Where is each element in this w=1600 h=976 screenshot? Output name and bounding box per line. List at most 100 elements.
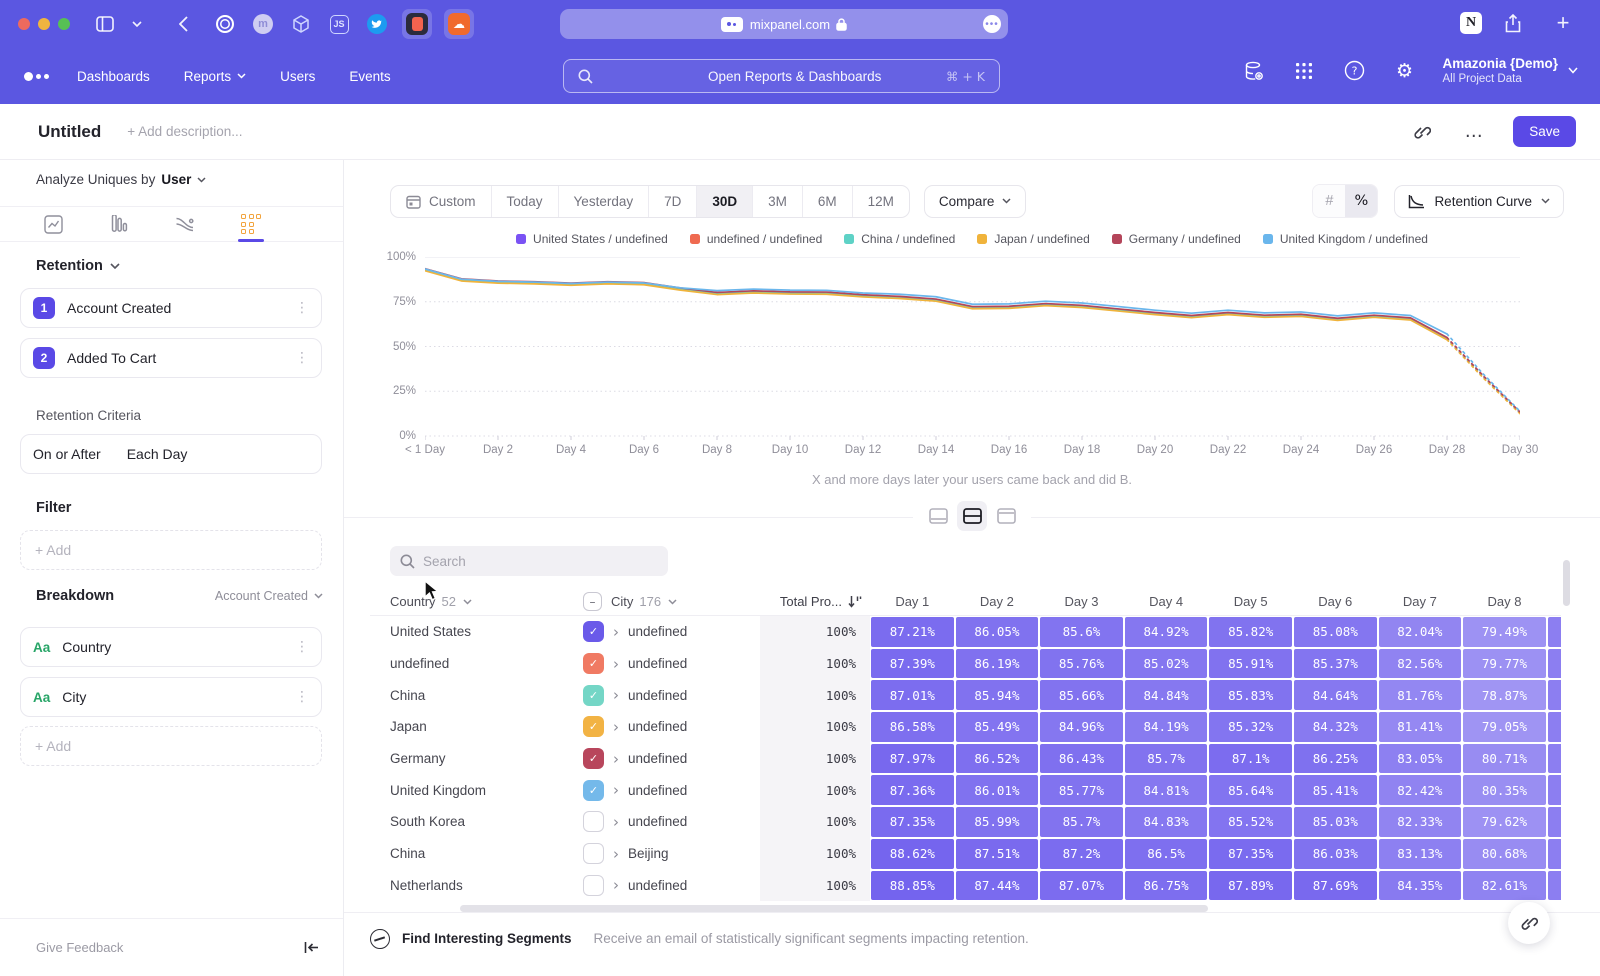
apps-grid-icon[interactable] bbox=[1292, 59, 1316, 83]
retention-cell-day-4[interactable]: 86.75% bbox=[1125, 871, 1208, 901]
retention-cell-day-3[interactable]: 87.2% bbox=[1040, 839, 1123, 869]
add-breakdown-button[interactable]: + Add bbox=[20, 726, 322, 766]
retention-cell-day-7[interactable]: 81.41% bbox=[1379, 712, 1462, 742]
settings-gear-icon[interactable]: ⚙ bbox=[1392, 59, 1416, 83]
segments-title[interactable]: Find Interesting Segments bbox=[402, 931, 572, 946]
nav-dashboards[interactable]: Dashboards bbox=[77, 69, 150, 84]
range-6m[interactable]: 6M bbox=[803, 186, 853, 217]
save-button[interactable]: Save bbox=[1513, 116, 1576, 147]
range-today[interactable]: Today bbox=[492, 186, 559, 217]
retention-cell-day-2[interactable]: 86.52% bbox=[956, 744, 1039, 774]
column-header-day-2[interactable]: Day 2 bbox=[955, 588, 1040, 616]
retention-cell-day-8[interactable]: 80.68% bbox=[1463, 839, 1546, 869]
retention-cell-day-1[interactable]: 87.35% bbox=[871, 807, 954, 837]
select-all-checkbox[interactable]: – bbox=[583, 592, 602, 611]
retention-cell-day-1[interactable]: 86.58% bbox=[871, 712, 954, 742]
retention-criteria-control[interactable]: On or After Each Day bbox=[20, 434, 322, 474]
retention-cell-day-1[interactable]: 87.01% bbox=[871, 680, 954, 710]
retention-cell-day-6[interactable]: 86.25% bbox=[1294, 744, 1377, 774]
nav-users[interactable]: Users bbox=[280, 69, 315, 84]
retention-line-plot[interactable] bbox=[425, 257, 1520, 443]
retention-cell-day-3[interactable]: 85.6% bbox=[1040, 617, 1123, 647]
expand-row-icon[interactable]: › bbox=[613, 718, 619, 736]
retention-cell-day-5[interactable]: 85.91% bbox=[1209, 649, 1292, 679]
row-series-checkbox[interactable]: ✓ bbox=[583, 653, 604, 674]
legend-item[interactable]: China / undefined bbox=[844, 232, 955, 246]
layout-split-icon[interactable] bbox=[957, 501, 987, 531]
nav-events[interactable]: Events bbox=[349, 69, 390, 84]
retention-cell-day-5[interactable]: 85.64% bbox=[1209, 775, 1292, 805]
column-header-total-projected[interactable]: Total Pro... bbox=[760, 588, 870, 616]
expand-row-icon[interactable]: › bbox=[613, 813, 619, 831]
row-series-checkbox[interactable]: ✓ bbox=[583, 621, 604, 642]
retention-cell-day-2[interactable]: 85.49% bbox=[956, 712, 1039, 742]
row-series-checkbox[interactable]: ✓ bbox=[583, 716, 604, 737]
red-badge-icon[interactable] bbox=[402, 9, 432, 39]
soundcloud-icon[interactable]: ☁ bbox=[444, 9, 474, 39]
retention-cell-day-8[interactable]: 80.71% bbox=[1463, 744, 1546, 774]
retention-cell-day-4[interactable]: 84.83% bbox=[1125, 807, 1208, 837]
kebab-menu-icon[interactable]: ⋮ bbox=[295, 300, 309, 316]
retention-cell-day-8[interactable]: 79.62% bbox=[1463, 807, 1546, 837]
retention-cell-day-6[interactable]: 85.08% bbox=[1294, 617, 1377, 647]
analyze-entity-dropdown[interactable]: User bbox=[161, 172, 191, 187]
legend-item[interactable]: United Kingdom / undefined bbox=[1263, 232, 1428, 246]
show-numbers-toggle[interactable]: # bbox=[1313, 185, 1345, 217]
retention-cell-day-2[interactable]: 87.44% bbox=[956, 871, 1039, 901]
retention-cell-day-3[interactable]: 84.96% bbox=[1040, 712, 1123, 742]
kebab-menu-icon[interactable]: ⋮ bbox=[295, 350, 309, 366]
one-password-icon[interactable] bbox=[212, 11, 238, 37]
retention-cell-day-3[interactable]: 85.76% bbox=[1040, 649, 1123, 679]
kebab-menu-icon[interactable]: ⋮ bbox=[295, 639, 309, 655]
kebab-menu-icon[interactable]: ⋮ bbox=[295, 689, 309, 705]
retention-cell-day-2[interactable]: 85.94% bbox=[956, 680, 1039, 710]
criteria-mode[interactable]: On or After bbox=[33, 446, 101, 462]
expand-row-icon[interactable]: › bbox=[613, 781, 619, 799]
retention-cell-day-3[interactable]: 85.66% bbox=[1040, 680, 1123, 710]
notion-extension-icon[interactable]: N bbox=[1460, 12, 1482, 34]
column-header-day-4[interactable]: Day 4 bbox=[1124, 588, 1209, 616]
browser-sidebar-icon[interactable] bbox=[92, 11, 118, 37]
tab-funnels[interactable] bbox=[98, 207, 140, 241]
site-options-icon[interactable]: ••• bbox=[983, 15, 1001, 33]
row-series-checkbox[interactable] bbox=[583, 875, 604, 896]
retention-cell-day-4[interactable]: 84.92% bbox=[1125, 617, 1208, 647]
retention-cell-day-3[interactable]: 85.7% bbox=[1040, 807, 1123, 837]
address-bar[interactable]: mixpanel.com ••• bbox=[560, 9, 1008, 39]
chevron-down-icon[interactable] bbox=[124, 11, 150, 37]
retention-cell-day-2[interactable]: 86.05% bbox=[956, 617, 1039, 647]
retention-cell-day-1[interactable]: 87.39% bbox=[871, 649, 954, 679]
expand-row-icon[interactable]: › bbox=[613, 686, 619, 704]
legend-item[interactable]: Germany / undefined bbox=[1112, 232, 1241, 246]
retention-cell-day-8[interactable]: 79.77% bbox=[1463, 649, 1546, 679]
legend-item[interactable]: Japan / undefined bbox=[977, 232, 1089, 246]
help-icon[interactable]: ? bbox=[1342, 59, 1366, 83]
tab-retention[interactable] bbox=[230, 207, 272, 241]
range-custom[interactable]: Custom bbox=[391, 186, 492, 217]
give-feedback-link[interactable]: Give Feedback bbox=[36, 940, 123, 955]
retention-section-label[interactable]: Retention bbox=[36, 258, 103, 274]
retention-cell-day-6[interactable]: 85.41% bbox=[1294, 775, 1377, 805]
retention-cell-day-4[interactable]: 85.7% bbox=[1125, 744, 1208, 774]
expand-row-icon[interactable]: › bbox=[613, 876, 619, 894]
row-series-checkbox[interactable]: ✓ bbox=[583, 780, 604, 801]
retention-step-b[interactable]: 2 Added To Cart ⋮ bbox=[20, 338, 322, 378]
column-header-city[interactable]: –City176 bbox=[583, 588, 760, 616]
retention-cell-day-5[interactable]: 87.35% bbox=[1209, 839, 1292, 869]
copy-link-icon[interactable] bbox=[1409, 119, 1435, 145]
retention-cell-day-4[interactable]: 86.5% bbox=[1125, 839, 1208, 869]
retention-cell-day-4[interactable]: 84.84% bbox=[1125, 680, 1208, 710]
range-7d[interactable]: 7D bbox=[649, 186, 697, 217]
retention-cell-day-7[interactable]: 84.35% bbox=[1379, 871, 1462, 901]
retention-cell-day-7[interactable]: 82.33% bbox=[1379, 807, 1462, 837]
project-switcher[interactable]: Amazonia {Demo} All Project Data bbox=[1442, 56, 1578, 85]
expand-row-icon[interactable]: › bbox=[613, 623, 619, 641]
horizontal-scrollbar[interactable] bbox=[460, 905, 1208, 912]
range-12m[interactable]: 12M bbox=[853, 186, 909, 217]
retention-cell-day-7[interactable]: 81.76% bbox=[1379, 680, 1462, 710]
retention-cell-day-3[interactable]: 85.77% bbox=[1040, 775, 1123, 805]
retention-cell-day-5[interactable]: 87.89% bbox=[1209, 871, 1292, 901]
global-search[interactable]: Open Reports & Dashboards ⌘ + K bbox=[563, 59, 1000, 93]
close-window-button[interactable] bbox=[18, 18, 30, 30]
retention-cell-day-6[interactable]: 85.03% bbox=[1294, 807, 1377, 837]
